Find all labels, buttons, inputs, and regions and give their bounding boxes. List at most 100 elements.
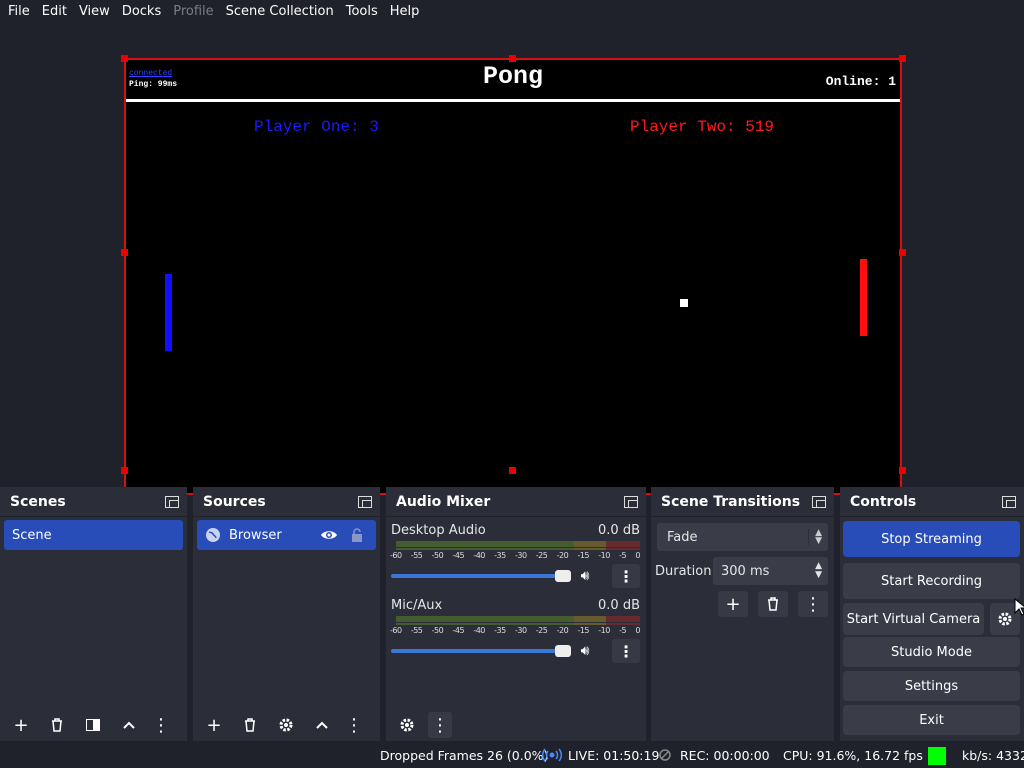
resize-handle-bl[interactable] (121, 467, 128, 474)
preview-area[interactable]: connected Ping: 99ms Pong Online: 1 Play… (0, 24, 1024, 495)
rec-timer: REC: 00:00:00 (680, 748, 770, 763)
online-count: Online: 1 (825, 74, 896, 89)
float-dock-icon[interactable] (812, 495, 826, 508)
add-source-button[interactable]: + (199, 712, 229, 738)
source-more-button[interactable]: ⋮ (345, 712, 363, 738)
left-paddle (165, 274, 172, 351)
float-dock-icon[interactable] (165, 495, 179, 508)
resize-handle-br[interactable] (899, 467, 906, 474)
volume-slider[interactable] (391, 570, 571, 582)
resize-handle-tr[interactable] (899, 55, 906, 62)
speaker-icon[interactable]: 🔊︎ (581, 643, 601, 659)
move-scene-up-button[interactable] (114, 712, 144, 738)
audio-mixer-dock: Audio Mixer Desktop Audio 0.0 dB -60 -55-… (386, 487, 646, 741)
exit-button[interactable]: Exit (843, 705, 1020, 735)
duration-spinbox[interactable]: 300 ms ▲ ▼ (713, 557, 828, 585)
menu-profile[interactable]: Profile (167, 0, 219, 24)
remove-scene-button[interactable] (42, 712, 72, 738)
globe-icon (206, 528, 220, 542)
gear-icon (279, 718, 293, 732)
audio-mixer-title: Audio Mixer (396, 493, 491, 510)
scene-item[interactable]: Scene (4, 520, 183, 550)
channel-menu-button[interactable]: ⋮ (612, 564, 640, 588)
channel-level: 0.0 dB (598, 523, 640, 538)
channel-name: Desktop Audio (391, 523, 486, 538)
spin-arrows-icon[interactable]: ▲ ▼ (815, 562, 822, 580)
menu-view[interactable]: View (73, 0, 116, 24)
resize-handle-tc[interactable] (509, 55, 516, 62)
remove-transition-button[interactable] (758, 591, 788, 617)
player-two-score: Player Two: 519 (630, 118, 775, 136)
channel-level: 0.0 dB (598, 598, 640, 613)
chevron-up-icon (316, 721, 328, 729)
controls-dock: Controls Stop Streaming Start Recording … (840, 487, 1024, 741)
menu-scene-collection[interactable]: Scene Collection (220, 0, 340, 24)
resize-handle-bc[interactable] (509, 467, 516, 474)
settings-button[interactable]: Settings (843, 671, 1020, 701)
speaker-icon[interactable]: 🔊︎ (581, 568, 601, 584)
resize-handle-mr[interactable] (899, 249, 906, 256)
start-recording-button[interactable]: Start Recording (843, 563, 1020, 599)
ball (680, 299, 688, 307)
source-properties-button[interactable] (271, 712, 301, 738)
scene-more-button[interactable]: ⋮ (152, 712, 170, 738)
game-header: connected Ping: 99ms Pong Online: 1 (126, 60, 900, 102)
transition-properties-button[interactable]: ⋮ (798, 591, 828, 617)
duration-label: Duration (655, 563, 712, 579)
stop-streaming-button[interactable]: Stop Streaming (843, 521, 1020, 557)
gear-icon (998, 612, 1012, 626)
float-dock-icon[interactable] (624, 495, 638, 508)
duration-value: 300 ms (721, 563, 770, 579)
transition-select[interactable]: Fade ▲ ▼ (657, 523, 828, 551)
connection-status-indicator (928, 747, 946, 765)
lock-icon[interactable] (351, 528, 363, 542)
move-source-up-button[interactable] (307, 712, 337, 738)
advanced-audio-button[interactable] (392, 712, 422, 738)
cpu-fps: CPU: 91.6%, 16.72 fps (783, 748, 923, 763)
status-bar: Dropped Frames 26 (0.0%) LIVE: 01:50:19 … (0, 743, 1024, 768)
volume-slider[interactable] (391, 645, 571, 657)
source-item-browser[interactable]: Browser (197, 520, 376, 550)
mixer-channel-desktop: Desktop Audio 0.0 dB -60 -55 -50 -45 -40 -35-… (386, 523, 646, 588)
volume-meter-peak (396, 623, 640, 625)
scene-filters-button[interactable] (78, 712, 108, 738)
resize-handle-ml[interactable] (121, 249, 128, 256)
player-one-score: Player One: 3 (254, 118, 379, 136)
resize-handle-tl[interactable] (121, 55, 128, 62)
channel-menu-button[interactable]: ⋮ (612, 639, 640, 663)
gear-icon (400, 718, 414, 732)
menu-help[interactable]: Help (384, 0, 426, 24)
studio-mode-button[interactable]: Studio Mode (843, 637, 1020, 667)
live-signal-icon (542, 748, 562, 762)
filter-icon (86, 719, 100, 731)
menu-bar: File Edit View Docks Profile Scene Colle… (0, 0, 1024, 24)
transition-selected: Fade (667, 529, 698, 545)
start-virtual-camera-button[interactable]: Start Virtual Camera (843, 603, 984, 635)
source-label: Browser (229, 527, 282, 543)
add-transition-button[interactable]: + (718, 591, 748, 617)
eye-icon[interactable] (320, 528, 338, 542)
volume-meter (396, 541, 640, 547)
menu-edit[interactable]: Edit (36, 0, 73, 24)
browser-source-preview[interactable]: connected Ping: 99ms Pong Online: 1 Play… (124, 58, 902, 495)
meter-ticks: -60 -55 -50 -45 -40 -35 -30 -25 -20 -15 -10 -5 0 (390, 551, 640, 560)
float-dock-icon[interactable] (1002, 495, 1016, 508)
menu-tools[interactable]: Tools (340, 0, 384, 24)
scene-transitions-title: Scene Transitions (661, 493, 801, 510)
mouse-cursor-icon (1014, 597, 1024, 620)
add-scene-button[interactable]: + (6, 712, 36, 738)
scenes-dock: Scenes Scene + ⋮ (0, 487, 187, 741)
menu-docks[interactable]: Docks (116, 0, 167, 24)
volume-slider-handle[interactable] (554, 570, 571, 582)
remove-source-button[interactable] (235, 712, 265, 738)
menu-file[interactable]: File (2, 0, 36, 24)
volume-slider-handle[interactable] (554, 645, 571, 657)
channel-name: Mic/Aux (391, 598, 443, 613)
controls-title: Controls (850, 493, 917, 510)
trash-icon (52, 718, 62, 732)
mixer-more-button[interactable]: ⋮ (428, 712, 452, 738)
trash-icon (768, 597, 778, 611)
live-timer: LIVE: 01:50:19 (568, 748, 660, 763)
scene-transitions-dock: Scene Transitions Fade ▲ ▼ Duration 300 m… (651, 487, 834, 741)
float-dock-icon[interactable] (358, 495, 372, 508)
